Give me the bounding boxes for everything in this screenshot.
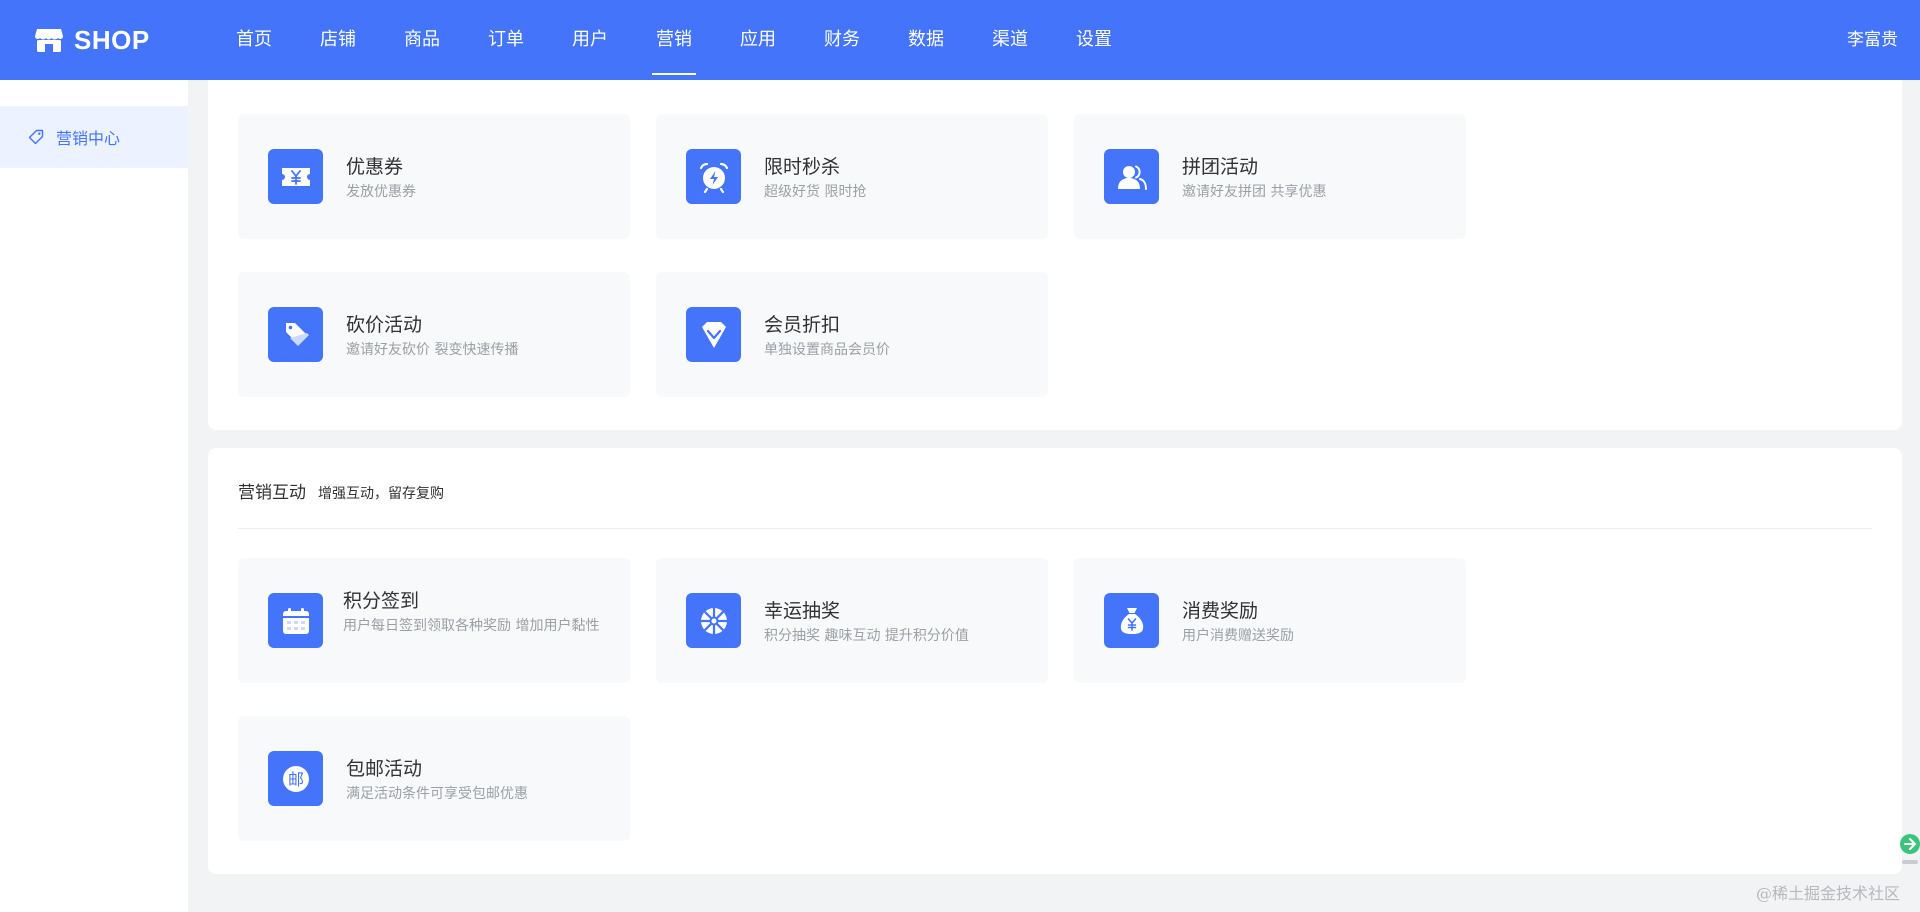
- card-desc: 用户消费赠送奖励: [1182, 628, 1294, 644]
- card-title: 限时秒杀: [764, 156, 841, 178]
- marketing-tools-panel: 优惠券 发放优惠券 限时秒杀 超级好货 限时抢 拼团活动 邀请好友拼团 共享优惠…: [208, 80, 1902, 430]
- coupon-icon: [268, 149, 323, 204]
- card-title: 优惠券: [346, 156, 404, 178]
- tag-icon: [28, 129, 44, 145]
- floating-link-widget[interactable]: [1892, 830, 1920, 870]
- price-tag-icon: [268, 307, 323, 362]
- card-title: 消费奖励: [1182, 600, 1259, 622]
- section-divider: [238, 528, 1872, 529]
- nav-home[interactable]: 首页: [232, 0, 276, 80]
- main-nav: 首页 店铺 商品 订单 用户 营销 应用 财务 数据 渠道 设置: [212, 0, 1136, 80]
- card-title: 包邮活动: [346, 758, 423, 780]
- sidebar-item-marketing-center[interactable]: 营销中心: [0, 106, 188, 168]
- card-title: 拼团活动: [1182, 156, 1259, 178]
- nav-settings[interactable]: 设置: [1072, 0, 1116, 80]
- card-desc: 超级好货 限时抢: [764, 184, 867, 200]
- sidebar: 营销中心: [0, 80, 188, 912]
- sidebar-item-label: 营销中心: [56, 129, 121, 148]
- card-desc: 积分抽奖 趣味互动 提升积分价值: [764, 628, 969, 644]
- card-free-shipping[interactable]: 邮 包邮活动 满足活动条件可享受包邮优惠: [238, 716, 630, 841]
- nav-store[interactable]: 店铺: [316, 0, 360, 80]
- nav-marketing[interactable]: 营销: [652, 0, 696, 80]
- card-title: 幸运抽奖: [764, 600, 841, 622]
- card-coupon[interactable]: 优惠券 发放优惠券: [238, 114, 630, 239]
- nav-users[interactable]: 用户: [568, 0, 612, 80]
- card-title: 积分签到: [343, 590, 420, 612]
- card-title: 会员折扣: [764, 314, 841, 336]
- diamond-icon: [686, 307, 741, 362]
- nav-products[interactable]: 商品: [400, 0, 444, 80]
- card-spending-reward[interactable]: 消费奖励 用户消费赠送奖励: [1074, 558, 1466, 683]
- card-desc: 邀请好友拼团 共享优惠: [1182, 184, 1327, 200]
- marketing-interaction-panel: 营销互动 增强互动，留存复购 积分签到 用户每日签到领取各种奖励 增加用户黏性: [208, 448, 1902, 874]
- group-users-icon: [1104, 149, 1159, 204]
- section-subtitle: 增强互动，留存复购: [318, 486, 444, 502]
- lucky-wheel-icon: [686, 593, 741, 648]
- card-group-buy[interactable]: 拼团活动 邀请好友拼团 共享优惠: [1074, 114, 1466, 239]
- nav-apps[interactable]: 应用: [736, 0, 780, 80]
- card-lucky-draw[interactable]: 幸运抽奖 积分抽奖 趣味互动 提升积分价值: [656, 558, 1048, 683]
- card-desc: 单独设置商品会员价: [764, 342, 890, 358]
- card-desc: 发放优惠券: [346, 184, 416, 200]
- alarm-clock-icon: [686, 149, 741, 204]
- logo-text: SHOP: [74, 24, 150, 55]
- nav-finance[interactable]: 财务: [820, 0, 864, 80]
- section-title: 营销互动: [238, 483, 306, 503]
- nav-data[interactable]: 数据: [904, 0, 948, 80]
- nav-channels[interactable]: 渠道: [988, 0, 1032, 80]
- card-points-checkin[interactable]: 积分签到 用户每日签到领取各种奖励 增加用户黏性: [238, 558, 630, 683]
- logo[interactable]: SHOP: [34, 25, 212, 56]
- mail-stamp-icon: 邮: [268, 751, 323, 806]
- card-member-discount[interactable]: 会员折扣 单独设置商品会员价: [656, 272, 1048, 397]
- card-flash-sale[interactable]: 限时秒杀 超级好货 限时抢: [656, 114, 1048, 239]
- nav-orders[interactable]: 订单: [484, 0, 528, 80]
- section-header: 营销互动 增强互动，留存复购: [238, 478, 444, 503]
- money-bag-icon: [1104, 593, 1159, 648]
- top-navbar: SHOP 首页 店铺 商品 订单 用户 营销 应用 财务 数据 渠道 设置 李富…: [0, 0, 1920, 80]
- watermark: @稀土掘金技术社区: [1755, 884, 1900, 903]
- calendar-icon: [268, 593, 323, 648]
- mail-stamp-glyph: 邮: [287, 770, 303, 789]
- card-desc: 用户每日签到领取各种奖励 增加用户黏性: [343, 618, 600, 634]
- card-title: 砍价活动: [346, 314, 423, 336]
- card-desc: 邀请好友砍价 裂变快速传播: [346, 342, 519, 358]
- shop-store-icon: [34, 27, 64, 53]
- card-bargain[interactable]: 砍价活动 邀请好友砍价 裂变快速传播: [238, 272, 630, 397]
- user-menu[interactable]: 李富贵: [1847, 0, 1898, 80]
- card-desc: 满足活动条件可享受包邮优惠: [346, 786, 528, 802]
